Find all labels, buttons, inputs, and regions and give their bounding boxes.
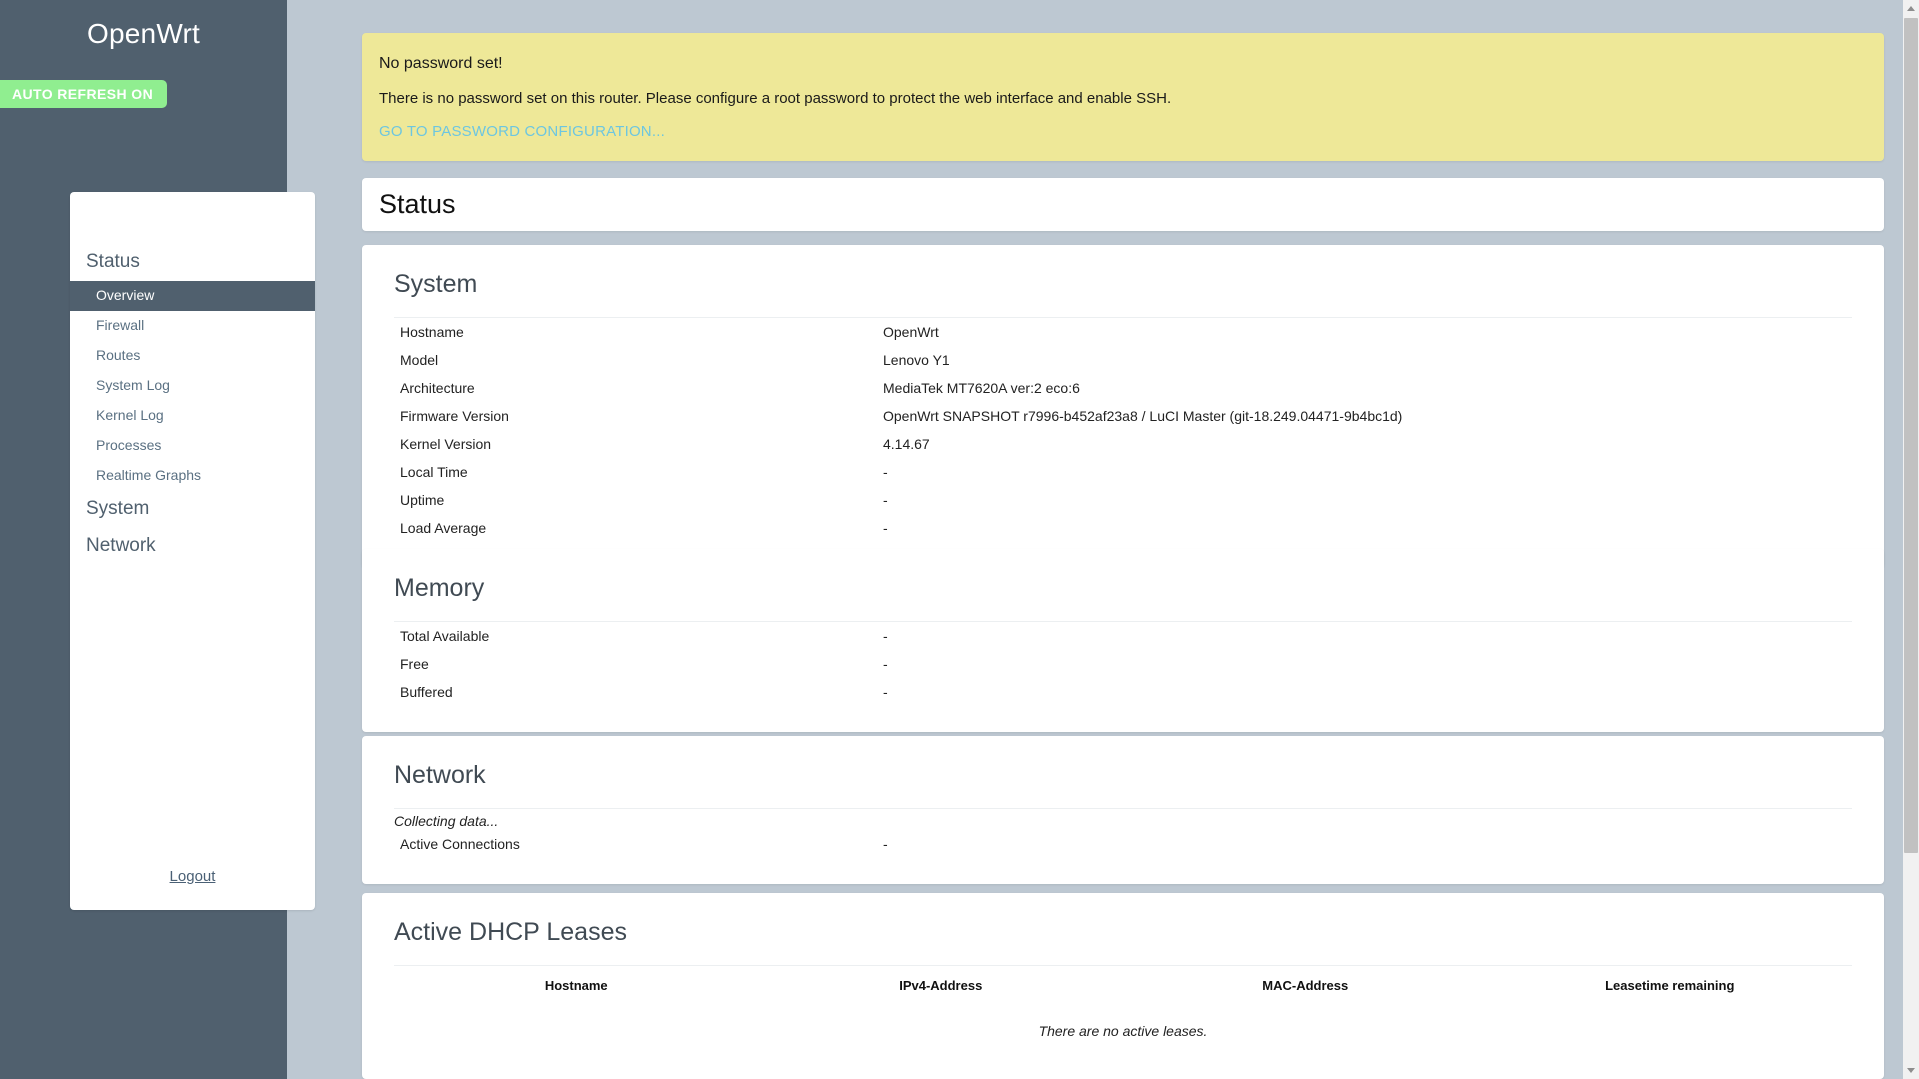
system-info-table: Hostname OpenWrt Model Lenovo Y1 Archite…: [394, 317, 1852, 542]
column-header-mac-address: MAC-Address: [1262, 978, 1349, 993]
row-key: Hostname: [400, 324, 464, 340]
row-key: Load Average: [400, 520, 487, 536]
menu-item-realtime-graphs[interactable]: Realtime Graphs: [70, 461, 315, 491]
table-row: Architecture MediaTek MT7620A ver:2 eco:…: [394, 374, 1852, 402]
menu-item-routes[interactable]: Routes: [70, 341, 315, 371]
table-row: Active Connections -: [394, 830, 1852, 858]
memory-section-title: Memory: [394, 574, 485, 602]
menu-item-kernel-log[interactable]: Kernel Log: [70, 401, 315, 431]
warning-text: There is no password set on this router.…: [379, 90, 1172, 107]
main-content: No password set! There is no password se…: [315, 0, 1919, 1079]
row-value: -: [883, 492, 888, 508]
page-title: Status: [379, 189, 456, 219]
table-row: Buffered -: [394, 678, 1852, 706]
menu-item-overview[interactable]: Overview: [70, 281, 315, 311]
row-key: Firmware Version: [400, 408, 509, 424]
scrollbar-thumb[interactable]: [1904, 18, 1918, 853]
row-value: -: [883, 628, 888, 644]
menu-item-status[interactable]: Status: [70, 244, 315, 281]
table-row: Firmware Version OpenWrt SNAPSHOT r7996-…: [394, 402, 1852, 430]
menu-item-system-log[interactable]: System Log: [70, 371, 315, 401]
network-info-table: Active Connections -: [394, 830, 1852, 858]
table-row: Kernel Version 4.14.67: [394, 430, 1852, 458]
row-key: Active Connections: [400, 836, 520, 852]
row-key: Architecture: [400, 380, 475, 396]
row-value: MediaTek MT7620A ver:2 eco:6: [883, 380, 1080, 396]
menu-group-status: Status Overview Firewall Routes System L…: [70, 192, 315, 565]
network-section-title: Network: [394, 761, 486, 789]
row-value: Lenovo Y1: [883, 352, 950, 368]
row-key: Buffered: [400, 684, 453, 700]
row-key: Uptime: [400, 492, 445, 508]
row-value: -: [883, 836, 888, 852]
table-header-row: Hostname IPv4-Address MAC-Address Leaset…: [394, 966, 1852, 1006]
main-menu-card: Status Overview Firewall Routes System L…: [70, 192, 315, 910]
row-value: -: [883, 684, 888, 700]
table-row: Local Time -: [394, 458, 1852, 486]
row-key: Local Time: [400, 464, 468, 480]
page-title-panel: Status: [362, 178, 1884, 231]
row-key: Model: [400, 352, 439, 368]
row-key: Free: [400, 656, 429, 672]
system-section: System Hostname OpenWrt Model Lenovo Y1 …: [362, 245, 1884, 568]
column-header-hostname: Hostname: [544, 978, 608, 993]
menu-item-firewall[interactable]: Firewall: [70, 311, 315, 341]
column-header-leasetime-remaining: Leasetime remaining: [1605, 978, 1735, 993]
row-value: 4.14.67: [883, 436, 930, 452]
dhcp-section-title: Active DHCP Leases: [394, 918, 627, 946]
brand-title: OpenWrt: [87, 18, 200, 49]
logout-link[interactable]: Logout: [170, 868, 216, 885]
menu-item-processes[interactable]: Processes: [70, 431, 315, 461]
auto-refresh-badge[interactable]: AUTO REFRESH ON: [0, 80, 168, 108]
memory-info-table: Total Available - Free - Buffered -: [394, 621, 1852, 706]
row-value: -: [883, 464, 888, 480]
memory-section: Memory Total Available - Free - Buffered…: [362, 549, 1884, 732]
vertical-scrollbar[interactable]: [1903, 0, 1919, 1079]
network-section: Network Collecting data... Active Connec…: [362, 736, 1884, 884]
table-row: Uptime -: [394, 486, 1852, 514]
dhcp-empty-message: There are no active leases.: [1038, 1023, 1208, 1039]
no-password-warning-banner: No password set! There is no password se…: [362, 33, 1884, 161]
table-row: Total Available -: [394, 622, 1852, 651]
menu-item-network[interactable]: Network: [70, 528, 315, 565]
active-dhcp-leases-section: Active DHCP Leases Hostname IPv4-Address…: [362, 893, 1884, 1079]
table-row: Hostname OpenWrt: [394, 318, 1852, 347]
scroll-up-arrow-icon[interactable]: [1903, 0, 1919, 17]
go-to-password-configuration-link[interactable]: GO TO PASSWORD CONFIGURATION...: [379, 123, 665, 140]
menu-spacer: [70, 565, 315, 860]
warning-title: No password set!: [379, 55, 503, 72]
row-key: Total Available: [400, 628, 490, 644]
table-row: Load Average -: [394, 514, 1852, 542]
collecting-data-label: Collecting data...: [394, 808, 1852, 830]
scroll-down-arrow-icon[interactable]: [1903, 1062, 1919, 1079]
dhcp-leases-table: Hostname IPv4-Address MAC-Address Leaset…: [394, 965, 1852, 1005]
table-row: Free -: [394, 650, 1852, 678]
column-header-ipv4-address: IPv4-Address: [899, 978, 983, 993]
row-value: -: [883, 520, 888, 536]
menu-item-system[interactable]: System: [70, 491, 315, 528]
system-section-title: System: [394, 270, 478, 298]
row-value: -: [883, 656, 888, 672]
row-value: OpenWrt: [883, 324, 939, 340]
row-key: Kernel Version: [400, 436, 492, 452]
table-row: Model Lenovo Y1: [394, 346, 1852, 374]
logout-container: Logout: [70, 860, 315, 900]
row-value: OpenWrt SNAPSHOT r7996-b452af23a8 / LuCI…: [883, 408, 1403, 424]
